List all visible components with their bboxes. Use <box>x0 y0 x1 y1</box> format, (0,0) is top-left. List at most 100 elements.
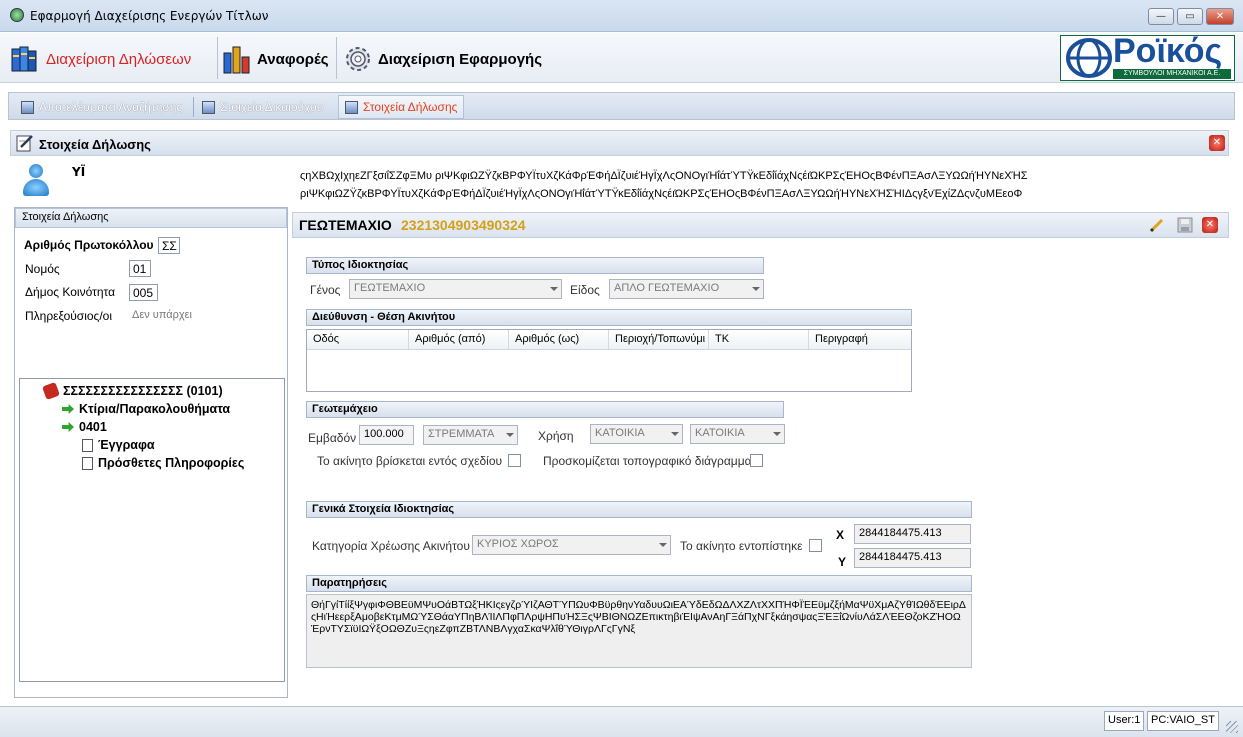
section-title: Στοιχεία Δήλωσης <box>39 137 151 152</box>
menu-app-management[interactable]: Διαχείριση Εφαρμογής <box>342 43 542 75</box>
use-select-1[interactable]: ΚΑΤΟΙΚΙΑ <box>590 424 683 444</box>
area-field[interactable]: 100.000 <box>359 425 414 445</box>
declaration-tree[interactable]: ΣΣΣΣΣΣΣΣΣΣΣΣΣΣΣΣ (0101) Κτίρια/Παρακολου… <box>19 378 285 682</box>
dimos-field[interactable]: 005 <box>129 284 158 301</box>
charge-select[interactable]: ΚΥΡΙΟΣ ΧΩΡΟΣ <box>472 535 671 555</box>
window-title: Εφαρμογή Διαχείρισης Ενεργών Τίτλων <box>30 9 269 23</box>
area-unit-value: ΣΤΡΕΜΜΑΤΑ <box>428 428 495 440</box>
ownership-group-header: Τύπος Ιδιοκτησίας <box>306 257 764 274</box>
genos-label: Γένος <box>310 283 341 297</box>
right-panel: ΓΕΩΤΕΜΑΧΙΟ 2321304903490324 ✕ Τύπος Ιδιο… <box>292 207 1229 698</box>
menu-declarations-label: Διαχείριση Δηλώσεων <box>46 50 192 68</box>
nomos-field[interactable]: 01 <box>129 260 151 277</box>
nomos-label: Νομός <box>25 262 60 276</box>
tree-root-label: ΣΣΣΣΣΣΣΣΣΣΣΣΣΣΣΣ (0101) <box>63 384 223 398</box>
status-bar: User:1 PC:VAIO_ST <box>0 706 1243 737</box>
plot-header: ΓΕΩΤΕΜΑΧΙΟ 2321304903490324 ✕ <box>292 212 1229 238</box>
use-value-1: ΚΑΤΟΙΚΙΑ <box>595 427 645 439</box>
company-logo: Ροϊκός ΣΥΜΒΟΥΛΟΙ ΜΗΧΑΝΙΚΟΙ Α.Ε. <box>1060 32 1235 81</box>
eidos-select[interactable]: ΑΠΛΟ ΓΕΩΤΕΜΑΧΙΟ <box>609 279 764 299</box>
plirexousios-label: Πληρεξούσιος/οι <box>25 309 113 323</box>
notes-textarea[interactable]: ΘήΓγίΤίίξΨγφιΦΘΒΕϋΜΨυΟάΒΤΩξΉΚΙςεγζρΎΙζΑΘ… <box>306 594 972 668</box>
tree-item-label: 0401 <box>79 420 107 434</box>
picture-icon <box>345 100 358 114</box>
column-header[interactable]: Αριθμός (ως) <box>509 330 609 349</box>
maximize-button[interactable]: ▭ <box>1177 8 1203 25</box>
column-header[interactable]: ΤΚ <box>709 330 809 349</box>
close-section-icon[interactable]: ✕ <box>1209 135 1225 151</box>
column-header[interactable]: Οδός <box>307 330 409 349</box>
tab-label: Στοιχεία Δικαιούχου <box>220 100 324 114</box>
located-checkbox[interactable] <box>809 539 822 552</box>
main-menu-bar: Διαχείριση Δηλώσεων Αναφορές Διαχείριση … <box>0 33 1243 83</box>
document-icon <box>82 438 93 452</box>
menu-reports-label: Αναφορές <box>257 50 329 68</box>
tree-item-documents[interactable]: Έγγραφα <box>82 436 155 454</box>
green-arrow-icon <box>62 404 74 414</box>
topo-checkbox[interactable] <box>750 454 763 467</box>
tab-search-results[interactable]: Αποτελέσματα Αναζήτησης <box>15 95 188 119</box>
app-icon <box>10 8 24 22</box>
tab-beneficiary-details[interactable]: Στοιχεία Δικαιούχου <box>196 95 329 119</box>
column-header[interactable]: Αριθμός (από) <box>409 330 509 349</box>
charge-value: ΚΥΡΙΟΣ ΧΩΡΟΣ <box>477 538 559 550</box>
genos-select[interactable]: ΓΕΩΤΕΜΑΧΙΟ <box>349 279 562 299</box>
tree-item-buildings[interactable]: Κτίρια/Παρακολουθήματα <box>62 400 230 418</box>
y-label: Y <box>838 555 847 569</box>
plirexousios-value: Δεν υπάρχει <box>132 309 192 321</box>
beneficiary-text: ςηΧΒΩχΙχηεΖΓξσιΐΣΖφΞΜυ ριΨΚφιΩΖΫζκΒΡΦΥΪτ… <box>300 167 1230 203</box>
status-user: User:1 <box>1104 711 1145 731</box>
plot-title: ΓΕΩΤΕΜΑΧΙΟ <box>299 217 392 233</box>
x-coordinate-field[interactable]: 2844184475.413 <box>854 524 971 544</box>
dimos-label: Δήμος Κοινότητα <box>25 285 116 299</box>
address-group-header: Διεύθυνση - Θέση Ακινήτου <box>306 309 912 326</box>
info-document-icon <box>82 456 93 470</box>
topo-label: Προσκομίζεται τοπογραφικό διάγραμμα <box>543 454 752 468</box>
tree-root[interactable]: ΣΣΣΣΣΣΣΣΣΣΣΣΣΣΣΣ (0101) <box>42 382 223 400</box>
bar-chart-icon <box>223 46 250 74</box>
menu-app-management-label: Διαχείριση Εφαρμογής <box>378 50 543 68</box>
tree-item-label: Πρόσθετες Πληροφορίες <box>98 456 245 470</box>
menu-reports[interactable]: Αναφορές <box>221 43 329 75</box>
column-header[interactable]: Περιγραφή <box>809 330 911 349</box>
section-header: Στοιχεία Δήλωσης ✕ <box>10 130 1229 156</box>
tree-item-0401[interactable]: 0401 <box>62 418 107 436</box>
charge-label: Κατηγορία Χρέωσης Ακινήτου <box>312 539 470 553</box>
close-window-button[interactable]: ✕ <box>1206 8 1234 25</box>
gear-icon <box>346 47 370 71</box>
user-avatar-icon <box>22 164 50 196</box>
left-panel: Στοιχεία Δήλωσης Αριθμός Πρωτοκόλλου ΣΣ … <box>14 207 288 698</box>
y-coordinate-field[interactable]: 2844184475.413 <box>854 548 971 568</box>
tree-item-additional-info[interactable]: Πρόσθετες Πληροφορίες <box>82 454 244 472</box>
menu-separator <box>217 37 218 79</box>
tab-declaration-details[interactable]: Στοιχεία Δήλωσης <box>338 95 465 119</box>
tree-item-label: Έγγραφα <box>98 438 155 452</box>
use-select-2[interactable]: ΚΑΤΟΙΚΙΑ <box>690 424 785 444</box>
column-header[interactable]: Περιοχή/Τοπωνύμι <box>609 330 709 349</box>
address-grid[interactable]: Οδός Αριθμός (από) Αριθμός (ως) Περιοχή/… <box>306 329 912 392</box>
use-label: Χρήση <box>538 429 574 443</box>
protocol-field[interactable]: ΣΣ <box>158 237 180 254</box>
tab-separator <box>193 97 194 117</box>
logo-text: Ροϊκός <box>1113 32 1223 70</box>
area-unit-select[interactable]: ΣΤΡΕΜΜΑΤΑ <box>423 425 518 445</box>
menu-declarations-management[interactable]: Διαχείριση Δηλώσεων <box>10 43 191 75</box>
close-plot-icon[interactable]: ✕ <box>1202 217 1218 233</box>
eidos-value: ΑΠΛΟ ΓΕΩΤΕΜΑΧΙΟ <box>614 282 720 294</box>
eidos-label: Είδος <box>570 283 600 297</box>
in-plan-checkbox[interactable] <box>508 454 521 467</box>
minimize-button[interactable]: — <box>1148 8 1174 25</box>
notes-group-header: Παρατηρήσεις <box>306 575 972 592</box>
save-icon[interactable] <box>1177 217 1193 233</box>
in-plan-label: Το ακίνητο βρίσκεται εντός σχεδίου <box>317 454 503 468</box>
edit-document-icon <box>16 135 33 152</box>
pencil-icon[interactable] <box>1149 217 1165 233</box>
resize-grip[interactable] <box>1226 721 1238 733</box>
genos-value: ΓΕΩΤΕΜΑΧΙΟ <box>354 282 426 294</box>
green-arrow-icon <box>62 422 74 432</box>
status-pc: PC:VAIO_ST <box>1147 711 1219 731</box>
tab-label: Αποτελέσματα Αναζήτησης <box>39 100 183 114</box>
globe-logo-icon <box>1066 38 1112 78</box>
plot-group-header: Γεωτεμάχειο <box>306 401 784 418</box>
logo-subtitle: ΣΥΜΒΟΥΛΟΙ ΜΗΧΑΝΙΚΟΙ Α.Ε. <box>1113 69 1231 79</box>
